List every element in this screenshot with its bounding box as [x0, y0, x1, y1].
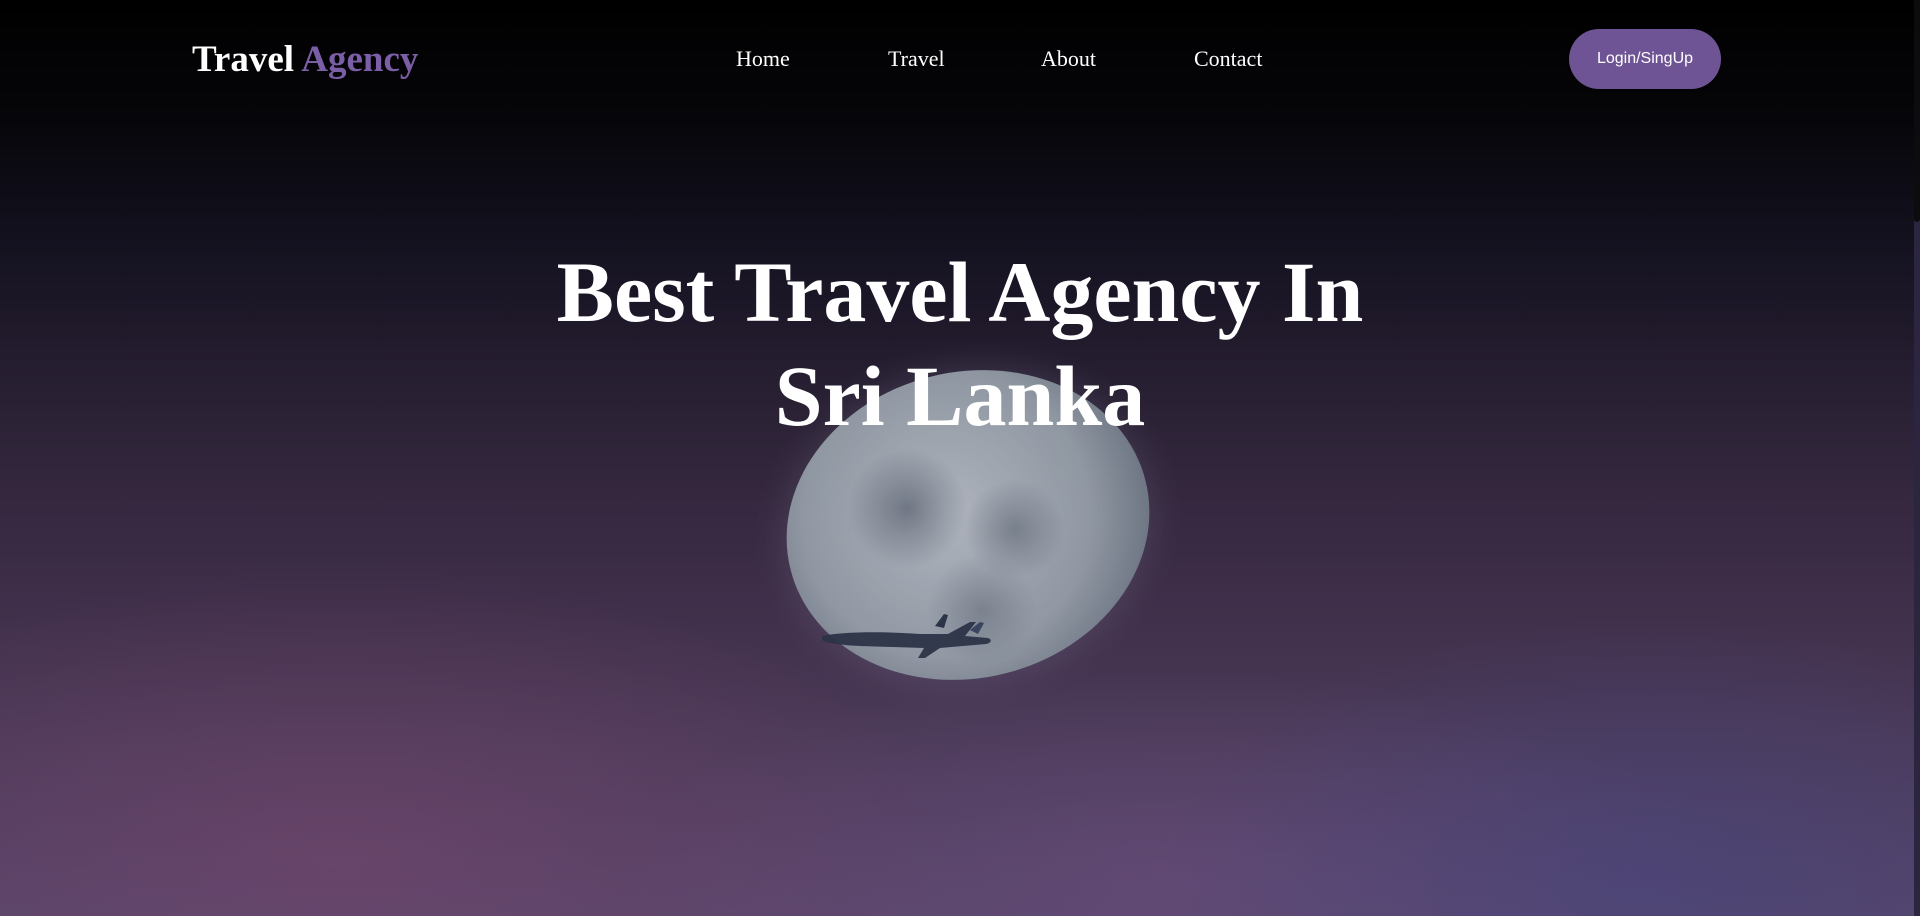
page: Travel Agency Home Travel About Contact …	[0, 0, 1920, 916]
logo-text-agency: Agency	[301, 39, 419, 80]
hero-title-line2: Sri Lanka	[774, 348, 1146, 444]
scrollbar-track[interactable]	[1914, 0, 1920, 916]
login-signup-button[interactable]: Login/SingUp	[1569, 29, 1721, 89]
nav-home-link[interactable]: Home	[736, 44, 790, 74]
logo-text-travel: Travel	[192, 39, 295, 80]
navbar: Travel Agency Home Travel About Contact …	[0, 0, 1914, 120]
site-logo[interactable]: Travel Agency	[192, 36, 418, 84]
hero-title-line1: Best Travel Agency In	[556, 244, 1364, 340]
nav-travel-link[interactable]: Travel	[888, 44, 945, 74]
hero-title: Best Travel Agency In Sri Lanka	[460, 240, 1460, 448]
nav-contact-link[interactable]: Contact	[1194, 44, 1262, 74]
airplane-icon	[822, 614, 991, 658]
nav-about-link[interactable]: About	[1041, 44, 1096, 74]
scrollbar-thumb[interactable]	[1914, 0, 1920, 222]
